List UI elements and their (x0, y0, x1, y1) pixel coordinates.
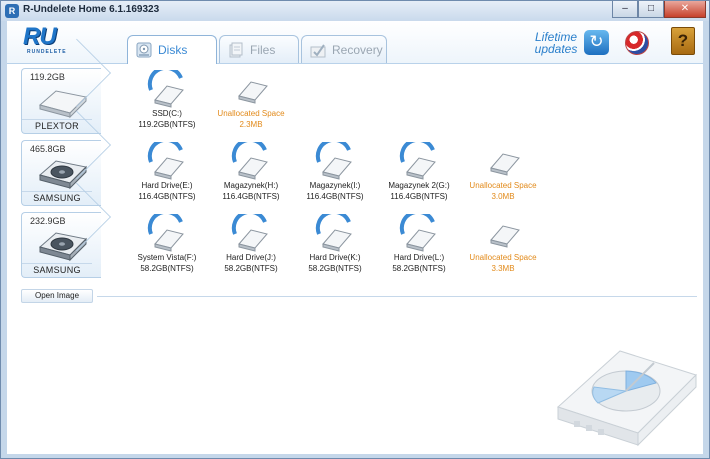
disk-row: 119.2GB PLEXTOR SSD(C:) 119.2GB(NTFS) Un… (7, 66, 703, 138)
window-title: R-Undelete Home 6.1.169323 (23, 4, 160, 15)
client-area: RU RUNDELETE Disks Files Recovery Lifeti… (7, 21, 703, 454)
volume-name: Unallocated Space (469, 181, 537, 190)
volume-drive-icon (147, 142, 184, 180)
volume-list: SSD(C:) 119.2GB(NTFS) Unallocated Space … (125, 66, 695, 138)
disk-card-samsung-2[interactable]: 232.9GB SAMSUNG (21, 212, 101, 278)
disk-row: 232.9GB SAMSUNG System Vista(F:) 58.2GB(… (7, 210, 703, 282)
volume-drive-icon (315, 142, 352, 180)
volume-detail: 3.3MB (491, 264, 515, 273)
divider (97, 296, 697, 297)
volume-label: Unallocated Space 2.3MB (201, 108, 301, 130)
unallocated-drive-icon (490, 225, 520, 248)
volume-unallocated[interactable]: Unallocated Space 2.3MB (209, 66, 293, 136)
app-icon[interactable]: R (5, 4, 19, 18)
disk-icon (136, 42, 152, 58)
unallocated-drive-icon (490, 153, 520, 176)
lifetime-line-2: updates (534, 42, 578, 56)
volume-magazynek-i[interactable]: Magazynek(I:) 116.4GB(NTFS) (293, 138, 377, 208)
tab-disks[interactable]: Disks (127, 35, 217, 64)
language-flag-icon[interactable] (625, 31, 649, 55)
maximize-button[interactable]: □ (638, 1, 664, 18)
volume-name: Unallocated Space (469, 253, 537, 262)
disk-size: 119.2GB (30, 72, 65, 82)
volume-unallocated[interactable]: Unallocated Space 3.0MB (461, 138, 545, 208)
volume-hard-drive-k[interactable]: Hard Drive(K:) 58.2GB(NTFS) (293, 210, 377, 280)
volume-drive-icon (147, 214, 184, 252)
refresh-icon[interactable]: ↻ (584, 30, 609, 55)
tab-files-label: Files (250, 42, 276, 57)
volume-drive-icon (399, 142, 436, 180)
recovery-icon (310, 43, 326, 57)
volume-list: Hard Drive(E:) 116.4GB(NTFS) Magazynek(H… (125, 138, 695, 210)
disk-name: SAMSUNG (22, 263, 92, 275)
volume-ssd-c[interactable]: SSD(C:) 119.2GB(NTFS) (125, 66, 209, 136)
volume-list: System Vista(F:) 58.2GB(NTFS) Hard Drive… (125, 210, 695, 282)
volume-system-vista-f[interactable]: System Vista(F:) 58.2GB(NTFS) (125, 210, 209, 280)
tab-recovery[interactable]: Recovery (301, 35, 387, 63)
volume-drive-icon (231, 142, 268, 180)
title-bar[interactable]: R R-Undelete Home 6.1.169323 – □ ✕ (1, 1, 709, 21)
volume-magazynek-h[interactable]: Magazynek(H:) 116.4GB(NTFS) (209, 138, 293, 208)
open-image-button[interactable]: Open Image (21, 289, 93, 303)
large-disk-illustration (557, 350, 697, 447)
toolbar-header: RU RUNDELETE Disks Files Recovery Lifeti… (7, 21, 703, 64)
disk-size: 465.8GB (30, 144, 66, 154)
disks-panel: 119.2GB PLEXTOR SSD(C:) 119.2GB(NTFS) Un… (7, 63, 703, 454)
volume-detail: 2.3MB (239, 120, 263, 129)
volume-name: Unallocated Space (217, 109, 285, 118)
tab-recovery-label: Recovery (332, 42, 383, 57)
volume-hard-drive-l[interactable]: Hard Drive(L:) 58.2GB(NTFS) (377, 210, 461, 280)
volume-label: Unallocated Space 3.3MB (453, 252, 553, 274)
close-button[interactable]: ✕ (664, 1, 706, 18)
window-controls: – □ ✕ (612, 1, 706, 18)
lifetime-updates-link[interactable]: Lifetime updates (527, 31, 585, 55)
disk-size: 232.9GB (30, 216, 66, 226)
volume-drive-icon (231, 214, 268, 252)
files-icon (229, 42, 243, 57)
tab-files[interactable]: Files (219, 35, 299, 63)
minimize-button[interactable]: – (612, 1, 638, 18)
tab-disks-label: Disks (158, 43, 188, 57)
volume-label: Unallocated Space 3.0MB (453, 180, 553, 202)
volume-hard-drive-j[interactable]: Hard Drive(J:) 58.2GB(NTFS) (209, 210, 293, 280)
volume-detail: 3.0MB (491, 192, 515, 201)
app-window: R R-Undelete Home 6.1.169323 – □ ✕ RU RU… (0, 0, 710, 459)
hdd-drive-icon (38, 232, 88, 262)
volume-drive-icon (147, 70, 184, 108)
volume-unallocated[interactable]: Unallocated Space 3.3MB (461, 210, 545, 280)
volume-magazynek-2-g[interactable]: Magazynek 2(G:) 116.4GB(NTFS) (377, 138, 461, 208)
volume-drive-icon (399, 214, 436, 252)
disk-row: 465.8GB SAMSUNG Hard Drive(E:) 116.4GB(N… (7, 138, 703, 210)
help-icon[interactable]: ? (671, 27, 695, 55)
volume-hard-drive-e[interactable]: Hard Drive(E:) 116.4GB(NTFS) (125, 138, 209, 208)
volume-drive-icon (315, 214, 352, 252)
unallocated-drive-icon (238, 81, 268, 104)
